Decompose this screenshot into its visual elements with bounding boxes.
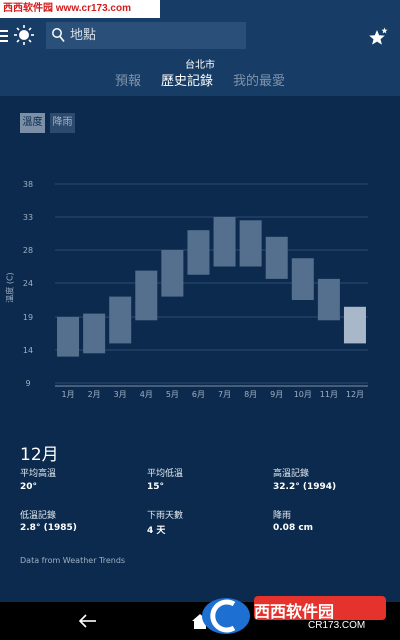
range-bar-1[interactable]	[57, 317, 80, 357]
range-bar-3[interactable]	[109, 296, 132, 344]
stat-label-record-low: 低溫記錄	[20, 511, 57, 521]
watermark-top: 西西软件园 www.cr173.com	[0, 0, 160, 18]
x-tick-label: 8月	[244, 390, 257, 399]
y-tick-label: 24	[23, 279, 33, 288]
watermark-text: 西西软件园	[254, 602, 335, 621]
stat-label-rainfall: 降雨	[273, 511, 292, 521]
x-tick-label: 10月	[294, 390, 312, 399]
stat-label-avg-low: 平均低溫	[147, 469, 184, 479]
stat-value-avg-low: 15°	[147, 482, 165, 492]
y-tick-label: 19	[23, 313, 33, 322]
x-tick-label: 5月	[166, 390, 179, 399]
range-bar-9[interactable]	[265, 236, 288, 279]
temperature-chart: 38 33 28 24 19 14 9 1月 2月 3月 4月 5月 6月 7月 8月 9月 10月 11月 12月	[23, 180, 368, 399]
x-tick-label: 7月	[218, 390, 231, 399]
y-tick-label: 33	[23, 213, 33, 222]
range-bar-7[interactable]	[213, 217, 236, 267]
stat-label-rain-days: 下雨天數	[147, 511, 184, 521]
range-bar-10[interactable]	[291, 258, 314, 300]
stat-value-record-low: 2.8° (1985)	[20, 523, 77, 533]
watermark-bottom: 西西软件园 CR173.COM	[196, 590, 400, 640]
tab-favorites[interactable]: 我的最愛	[233, 70, 285, 89]
tab-bar: 預報 歷史記錄 我的最愛	[0, 70, 400, 89]
range-bar-11[interactable]	[317, 278, 340, 321]
stat-value-avg-high: 20°	[20, 482, 38, 492]
tab-forecast[interactable]: 預報	[115, 70, 141, 89]
data-source-note: Data from Weather Trends	[20, 556, 126, 565]
x-tick-label: 2月	[88, 390, 101, 399]
watermark-url: CR173.COM	[308, 620, 366, 631]
y-tick-label: 38	[23, 180, 33, 189]
search-icon	[52, 28, 65, 42]
favorite-star-icon[interactable]	[367, 26, 389, 48]
x-tick-label: 3月	[114, 390, 127, 399]
back-arrow-icon[interactable]	[78, 612, 98, 630]
month-title: 12月	[20, 445, 59, 465]
range-bar-5[interactable]	[161, 250, 184, 297]
range-bar-2[interactable]	[83, 313, 106, 354]
tab-history[interactable]: 歷史記錄	[161, 70, 213, 89]
range-bar-4[interactable]	[135, 270, 158, 321]
stat-value-rain-days: 4 天	[147, 526, 166, 536]
x-tick-label: 11月	[320, 390, 338, 399]
y-tick-label: 14	[23, 346, 33, 355]
search-input[interactable]	[66, 22, 241, 49]
x-tick-label: 12月	[346, 390, 364, 399]
sun-icon[interactable]	[13, 24, 35, 46]
x-tick-label: 1月	[61, 390, 74, 399]
range-bar-6[interactable]	[187, 230, 210, 275]
stat-value-record-high: 32.2° (1994)	[273, 482, 337, 492]
menu-icon[interactable]	[0, 27, 10, 43]
month-summary: 12月 平均高溫 20° 平均低溫 15° 高溫記錄 32.2° (1994) …	[0, 432, 400, 602]
range-bar-12[interactable]	[343, 306, 366, 344]
y-tick-label: 9	[25, 379, 30, 388]
x-tick-label: 6月	[192, 390, 205, 399]
x-tick-label: 4月	[140, 390, 153, 399]
range-bar-8[interactable]	[239, 220, 262, 267]
stat-label-avg-high: 平均高溫	[20, 469, 57, 479]
y-axis-label: 溫度 (C)	[5, 272, 15, 303]
city-name: 台北市	[185, 60, 215, 71]
chart-panel: 溫度 降雨 38 33 28 24 19 14 9 1月 2月 3月 4月 5月 6月 7月 8月 9月 10月…	[0, 96, 400, 432]
stat-label-record-high: 高溫記錄	[273, 469, 310, 479]
search-box[interactable]	[46, 22, 246, 49]
y-tick-label: 28	[23, 246, 33, 255]
stat-value-rainfall: 0.08 cm	[273, 523, 314, 533]
x-tick-label: 9月	[270, 390, 283, 399]
